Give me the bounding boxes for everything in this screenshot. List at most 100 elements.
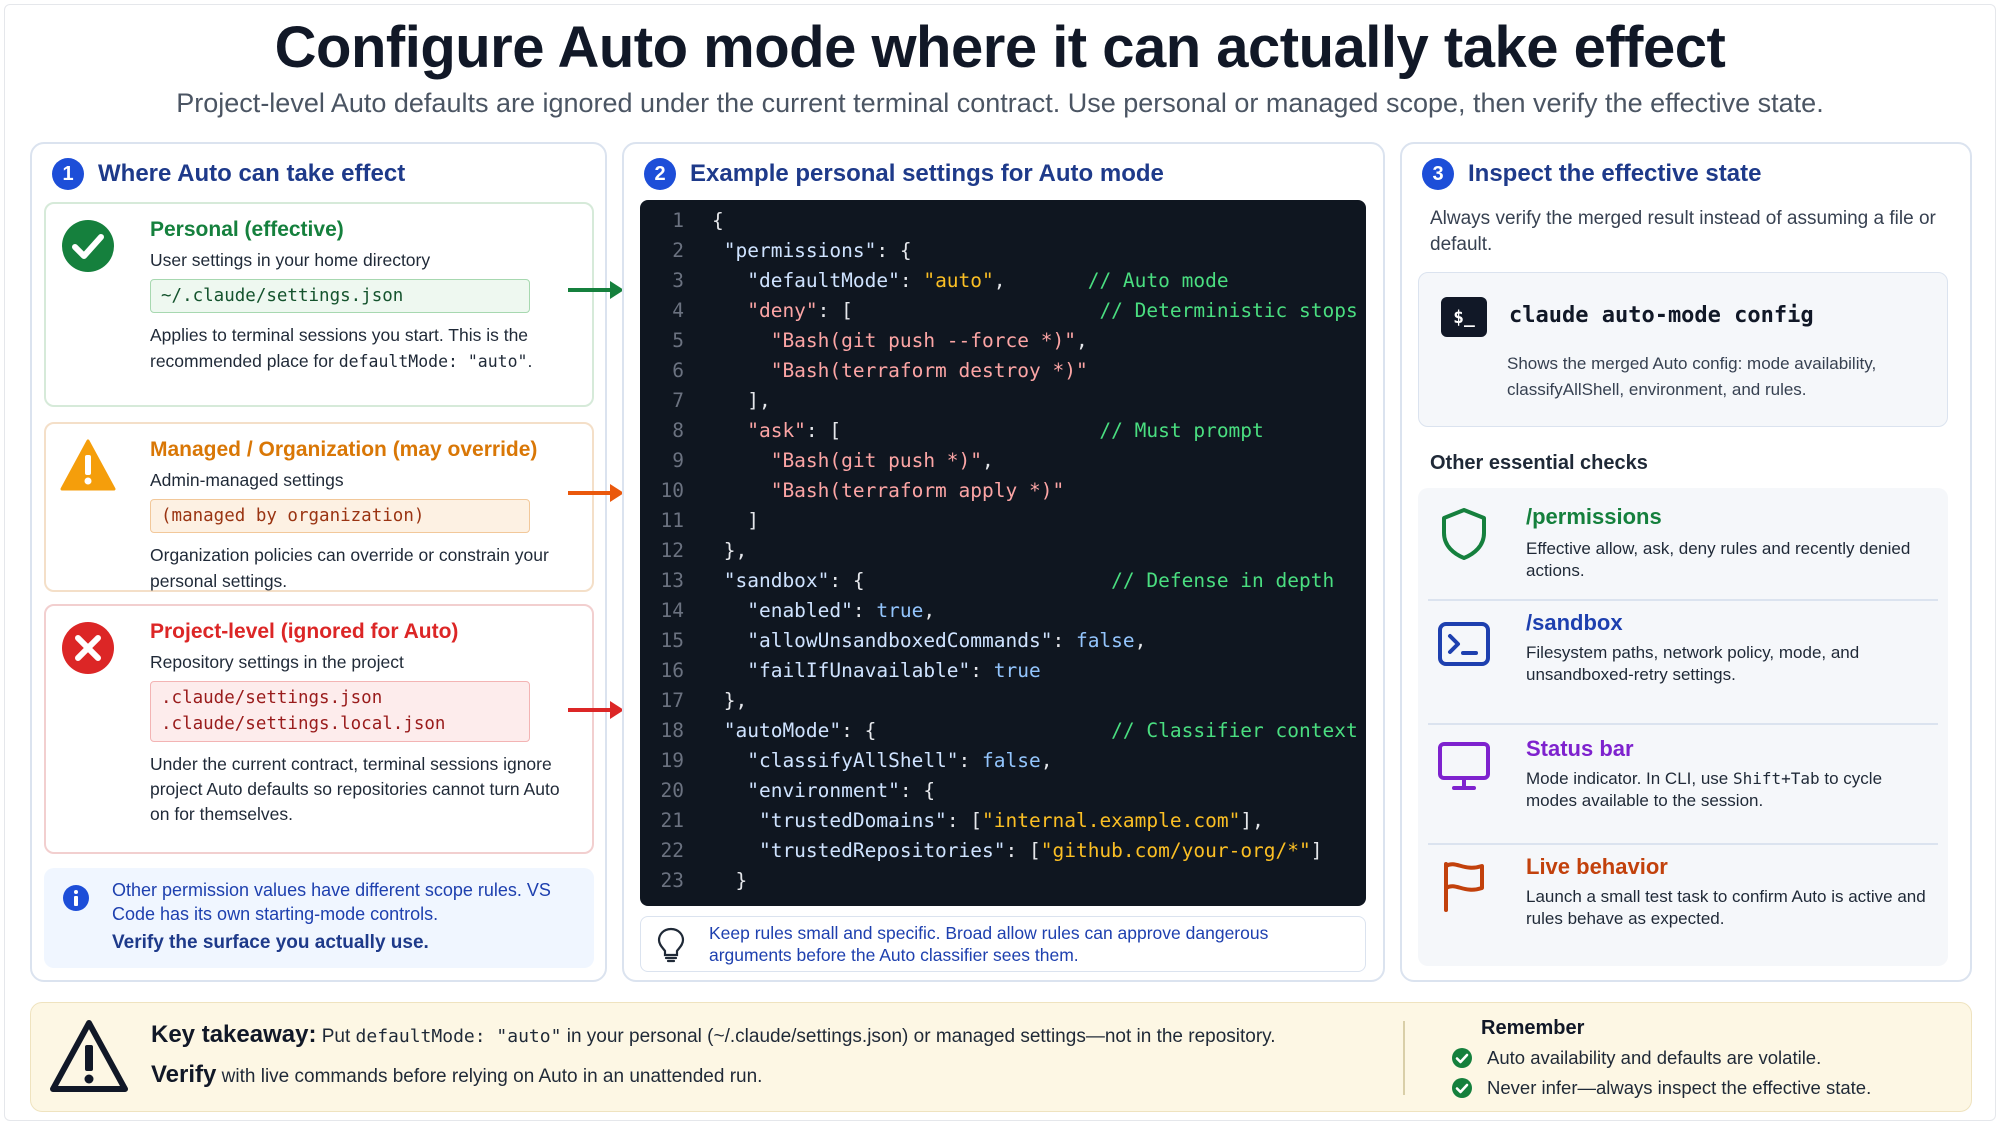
remember-text: Auto availability and defaults are volat… [1487, 1047, 1822, 1068]
code-line: 2 "permissions": { [640, 236, 1366, 266]
code-token: }, [712, 539, 748, 562]
scope-title: Project-level (ignored for Auto) [150, 620, 459, 643]
code-text: { [712, 206, 724, 236]
code-text: }, [712, 686, 748, 716]
code-token: : [ [1005, 839, 1041, 862]
key-takeaway-banner: Key takeaway: Put defaultMode: "auto" in… [30, 1002, 1972, 1112]
code-token: , [1075, 329, 1088, 352]
code-token: "trustedRepositories" [712, 839, 1006, 862]
code-editor[interactable]: 1{2 "permissions": {3 "defaultMode": "au… [640, 200, 1366, 906]
code-token: "Bash(terraform destroy *)" [712, 359, 1088, 382]
code-line: 9 "Bash(git push *)", [640, 446, 1366, 476]
check-title[interactable]: Status bar [1526, 736, 1634, 762]
code-text: "Bash(git push --force *)", [712, 326, 1088, 356]
code-line: 22 "trustedRepositories": ["github.com/y… [640, 836, 1366, 866]
page-subtitle: Project-level Auto defaults are ignored … [176, 88, 1824, 118]
code-token: // Defense in depth [1111, 569, 1335, 592]
terminal-prompt-icon: $_ [1441, 297, 1487, 337]
code-token: { [712, 209, 724, 232]
code-line: 8 "ask": [ // Must prompt [640, 416, 1366, 446]
code-token: : [ [817, 299, 1100, 322]
scope-title: Personal (effective) [150, 218, 344, 241]
settings-path[interactable]: ~/.claude/settings.json [150, 279, 530, 314]
code-text: "Bash(terraform apply *)" [712, 476, 1065, 506]
code-text: "environment": { [712, 776, 935, 806]
line-number: 4 [672, 299, 684, 322]
code-token: true [993, 659, 1041, 682]
code-token: ], [712, 389, 771, 412]
code-token: : [ [946, 809, 983, 832]
code-token: : [1052, 629, 1076, 652]
code-text: "enabled": true, [712, 596, 935, 626]
code-token: : [852, 599, 877, 622]
command-text[interactable]: claude auto-mode config [1509, 303, 1814, 328]
check-title[interactable]: Live behavior [1526, 854, 1668, 880]
code-token: , [982, 449, 994, 472]
code-text: "deny": [ // Deterministic stops [712, 296, 1358, 326]
line-number: 9 [672, 449, 684, 472]
code-token: // Deterministic stops [1099, 299, 1358, 322]
check-description: Effective allow, ask, deny rules and rec… [1526, 539, 1911, 581]
code-token: "Bash(git push *)" [712, 449, 983, 472]
checks-title: Other essential checks [1430, 452, 1648, 474]
code-token: "trustedDomains" [712, 809, 947, 832]
x-circle-icon [62, 622, 114, 674]
code-token: "Bash(terraform apply *)" [712, 479, 1065, 502]
code-token: "auto" [923, 269, 994, 292]
line-number: 12 [660, 539, 684, 562]
takeaway-code: defaultMode: "auto" [355, 1026, 562, 1047]
code-token: "permissions" [712, 239, 877, 262]
code-token: "deny" [712, 299, 818, 322]
code-text: }, [712, 536, 748, 566]
code-text: "trustedRepositories": ["github.com/your… [712, 836, 1323, 866]
code-text: "autoMode": { // Classifier context [712, 716, 1358, 746]
checks-list: /permissions Effective allow, ask, deny … [1418, 488, 1948, 966]
check-item-sandbox: /sandbox Filesystem paths, network polic… [1418, 600, 1948, 722]
code-token: // Classifier context [1111, 719, 1358, 742]
code-line: 7 ], [640, 386, 1366, 416]
code-token: "internal.example.com" [982, 809, 1241, 832]
scope-info-note: Other permission values have different s… [44, 868, 594, 968]
arrow-right-icon [568, 281, 624, 299]
line-number: 23 [660, 869, 684, 892]
code-token: // Auto mode [1087, 269, 1229, 292]
line-number: 1 [672, 209, 684, 232]
line-number: 8 [672, 419, 684, 442]
info-icon [63, 885, 89, 911]
line-number: 18 [660, 719, 684, 742]
scope-subtitle: Repository settings in the project [150, 652, 404, 672]
check-item-permissions: /permissions Effective allow, ask, deny … [1418, 488, 1948, 598]
code-text: "classifyAllShell": false, [712, 746, 1052, 776]
line-number: 5 [672, 329, 684, 352]
code-line: 3 "defaultMode": "auto", // Auto mode [640, 266, 1366, 296]
code-token: , [993, 269, 1088, 292]
scope-subtitle: User settings in your home directory [150, 250, 431, 270]
check-item-status-bar: Status bar Mode indicator. In CLI, use S… [1418, 724, 1948, 842]
code-text: ] [712, 506, 759, 536]
code-token: false [1075, 629, 1135, 652]
settings-path[interactable]: (managed by organization) [150, 499, 530, 534]
code-text: "Bash(terraform destroy *)" [712, 356, 1088, 386]
path-text: .claude/settings.json [161, 688, 383, 708]
check-title[interactable]: /permissions [1526, 504, 1662, 530]
code-token: "github.com/your-org/*" [1040, 839, 1311, 862]
arrow-right-icon [568, 701, 624, 719]
takeaway-text: Put [321, 1026, 351, 1047]
flag-icon [1444, 862, 1484, 912]
code-token: "environment" [712, 779, 900, 802]
code-token: "defaultMode" [712, 269, 900, 292]
code-text: "ask": [ // Must prompt [712, 416, 1264, 446]
settings-path[interactable]: .claude/settings.json .claude/settings.l… [150, 681, 530, 742]
path-text: (managed by organization) [161, 506, 425, 526]
check-title[interactable]: /sandbox [1526, 610, 1623, 636]
line-number: 2 [672, 239, 684, 262]
info-text: Other permission values have different s… [112, 880, 551, 925]
code-token: : [899, 269, 924, 292]
code-token: ] [712, 509, 759, 532]
scope-card-managed: Managed / Organization (may override) Ad… [44, 422, 594, 592]
remember-text: Never infer—always inspect the effective… [1487, 1077, 1872, 1098]
scope-title: Managed / Organization (may override) [150, 438, 538, 461]
scope-description: Under the current contract, terminal ses… [150, 753, 560, 825]
code-token: : { [899, 779, 936, 802]
intro-text: Always verify the merged result instead … [1430, 208, 1936, 255]
